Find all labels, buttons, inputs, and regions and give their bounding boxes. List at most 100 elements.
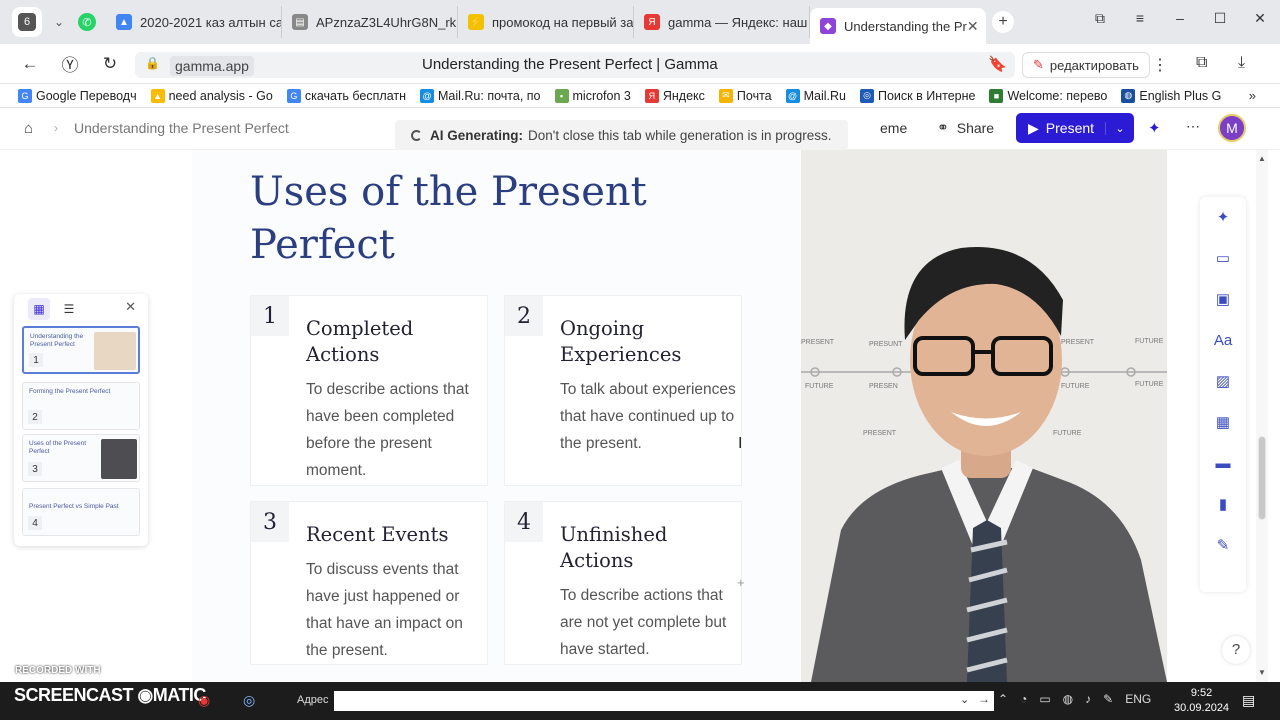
- thumbnail-4[interactable]: Present Perfect vs Simple Past 4: [22, 488, 140, 536]
- scroll-thumb[interactable]: [1258, 436, 1266, 520]
- table-icon[interactable]: ▦: [1200, 402, 1246, 443]
- scrollbar[interactable]: ▲ ▼: [1256, 150, 1268, 682]
- use-item-1[interactable]: 1 Completed Actions To describe actions …: [250, 295, 488, 486]
- bookmark-item[interactable]: @ Mail.Ru: [785, 88, 846, 103]
- folder-icon[interactable]: ▭: [1039, 692, 1050, 706]
- ai-sparkle-icon[interactable]: ✦: [1200, 197, 1246, 238]
- bookmark-item[interactable]: Gскачать бесплатн: [286, 88, 406, 103]
- collections-icon[interactable]: ⧉: [1196, 54, 1207, 72]
- edit-button[interactable]: ✎ редактировать: [1022, 52, 1150, 78]
- tab-2[interactable]: ⚡ промокод на первый за: [458, 6, 634, 38]
- yandex-home-icon[interactable]: Ⓨ: [50, 51, 90, 76]
- network-icon[interactable]: ◔: [1020, 692, 1027, 706]
- thumbnail-number: 4: [28, 516, 42, 530]
- language-indicator[interactable]: ENG: [1125, 692, 1151, 706]
- more-bookmarks-icon[interactable]: »: [1249, 88, 1256, 103]
- thumbnail-2[interactable]: Forming the Present Perfect 2: [22, 382, 140, 430]
- use-item-4[interactable]: 4 Unfinished Actions To describe actions…: [504, 501, 742, 665]
- bookmark-item[interactable]: ▲ need analysis - Go: [150, 88, 273, 103]
- item-heading: Ongoing Experiences: [560, 317, 682, 366]
- sparkle-icon[interactable]: ✦: [1148, 119, 1161, 137]
- present-button[interactable]: ▶ Present ⌄: [1016, 113, 1134, 143]
- tab-active[interactable]: ◆ Understanding the Pr ✕: [810, 8, 986, 44]
- embed-icon[interactable]: ▬: [1200, 443, 1246, 484]
- envelope-icon: ✉: [718, 88, 733, 103]
- more-horizontal-icon[interactable]: ⋯: [1186, 118, 1200, 135]
- breadcrumb[interactable]: Understanding the Present Perfect: [74, 120, 289, 136]
- thumbnail-3[interactable]: Uses of the Present Perfect 3: [22, 434, 140, 482]
- bookmark-item[interactable]: ✉ Почта: [718, 88, 772, 103]
- thumbnail-1[interactable]: Understanding the Present Perfect 1: [22, 326, 140, 374]
- edit-label: редактировать: [1049, 57, 1139, 73]
- antivirus-icon[interactable]: ◍: [1063, 692, 1073, 706]
- maximize-icon[interactable]: ☐: [1200, 10, 1240, 27]
- notification-icon[interactable]: ▤: [1242, 692, 1255, 709]
- ai-generating-text: Don't close this tab while generation is…: [528, 127, 832, 143]
- bookmark-item[interactable]: Я Яндекс: [644, 88, 705, 103]
- pen-icon[interactable]: ✎: [1103, 692, 1113, 706]
- bookmark-item[interactable]: ◍ English Plus G: [1121, 88, 1221, 103]
- edit-icon[interactable]: ✎: [1200, 525, 1246, 566]
- tab-0[interactable]: ▲ 2020-2021 каз алтын са: [106, 6, 282, 38]
- slide-photo[interactable]: PRESENT PRESUNT FUTURE PRESEN PRESENT FU…: [801, 150, 1167, 682]
- use-item-3[interactable]: 3 Recent Events To discuss events that h…: [250, 501, 488, 665]
- scroll-up-icon[interactable]: ▲: [1258, 154, 1266, 163]
- layout-icon[interactable]: ▣: [1200, 279, 1246, 320]
- menu-icon[interactable]: ≡: [1120, 10, 1160, 26]
- new-tab-button[interactable]: +: [992, 11, 1014, 33]
- avatar[interactable]: M: [1218, 114, 1246, 142]
- theme-button[interactable]: eme: [880, 120, 907, 136]
- close-window-icon[interactable]: ✕: [1240, 10, 1280, 27]
- bookmark-item[interactable]: G Google Переводч: [18, 88, 137, 103]
- more-vertical-icon[interactable]: ⋮: [1152, 55, 1168, 75]
- grid-view-icon[interactable]: ▦: [28, 298, 50, 320]
- back-icon[interactable]: ←: [10, 54, 50, 74]
- close-tab-icon[interactable]: ✕: [967, 18, 979, 35]
- add-block-icon[interactable]: +: [737, 575, 745, 590]
- bookmark-item[interactable]: ◎ Поиск в Интерне: [860, 88, 975, 103]
- thumbnail-panel: ▦ ☰ ✕ Understanding the Present Perfect …: [14, 294, 148, 546]
- tab-1[interactable]: ▤ APznzaZ3L4UhrG8N_rk: [282, 6, 458, 38]
- translate-icon: G: [18, 88, 32, 103]
- tab-count-button[interactable]: 6: [12, 7, 42, 37]
- chevron-up-icon[interactable]: ⌃: [998, 692, 1008, 706]
- close-icon[interactable]: ✕: [125, 299, 136, 315]
- whatsapp-icon[interactable]: ✆: [78, 13, 96, 31]
- reload-icon[interactable]: ↻: [90, 54, 130, 74]
- url-host[interactable]: gamma.app: [170, 56, 254, 76]
- cortana-icon[interactable]: ◎: [243, 692, 255, 709]
- chevron-down-icon[interactable]: ⌄: [48, 15, 70, 29]
- globe-icon: ◍: [1121, 88, 1136, 103]
- yandex-browser-icon[interactable]: ◉: [198, 692, 210, 709]
- lock-icon[interactable]: 🔒: [145, 56, 160, 70]
- go-icon[interactable]: →: [978, 692, 990, 706]
- home-icon[interactable]: ⌂: [24, 120, 33, 137]
- use-item-2[interactable]: 2 Ongoing Experiences To talk about expe…: [504, 295, 742, 486]
- text-style-icon[interactable]: Aa: [1200, 320, 1246, 361]
- chart-icon[interactable]: ▮: [1200, 484, 1246, 525]
- share-button[interactable]: ⚭ Share: [937, 119, 994, 136]
- bookmark-label: Почта: [736, 88, 772, 103]
- list-view-icon[interactable]: ☰: [58, 298, 80, 320]
- help-button[interactable]: ?: [1222, 636, 1250, 664]
- bookmark-label: Яндекс: [662, 88, 705, 103]
- chevron-down-icon[interactable]: ⌄: [960, 693, 969, 706]
- tab-3[interactable]: Яgamma — Яндекс: наш: [634, 6, 810, 38]
- bookmark-item[interactable]: ▪ microfon 3: [554, 88, 631, 103]
- bookmarks-panel-icon[interactable]: ⧉: [1080, 10, 1120, 27]
- slide-title[interactable]: Uses of the Present Perfect: [250, 166, 670, 272]
- address-input[interactable]: ⌄ →: [334, 691, 994, 711]
- bookmark-item[interactable]: @ Mail.Ru: почта, по: [420, 88, 541, 103]
- bookmark-item[interactable]: ■ Welcome: перево: [989, 88, 1107, 103]
- volume-icon[interactable]: ♪: [1085, 692, 1091, 706]
- add-card-icon[interactable]: ▭: [1200, 238, 1246, 279]
- bookmark-icon[interactable]: 🔖: [988, 55, 1007, 73]
- image-icon[interactable]: ▨: [1200, 361, 1246, 402]
- minimize-icon[interactable]: –: [1160, 10, 1200, 26]
- download-icon[interactable]: ⤓: [1238, 54, 1245, 72]
- watermark-recorded: RECORDED WITH: [15, 665, 101, 676]
- photo-label: PRESENT: [801, 339, 835, 346]
- scroll-down-icon[interactable]: ▼: [1258, 668, 1266, 677]
- chevron-down-icon[interactable]: ⌄: [1105, 121, 1134, 135]
- clock[interactable]: 9:52 30.09.2024: [1174, 686, 1229, 716]
